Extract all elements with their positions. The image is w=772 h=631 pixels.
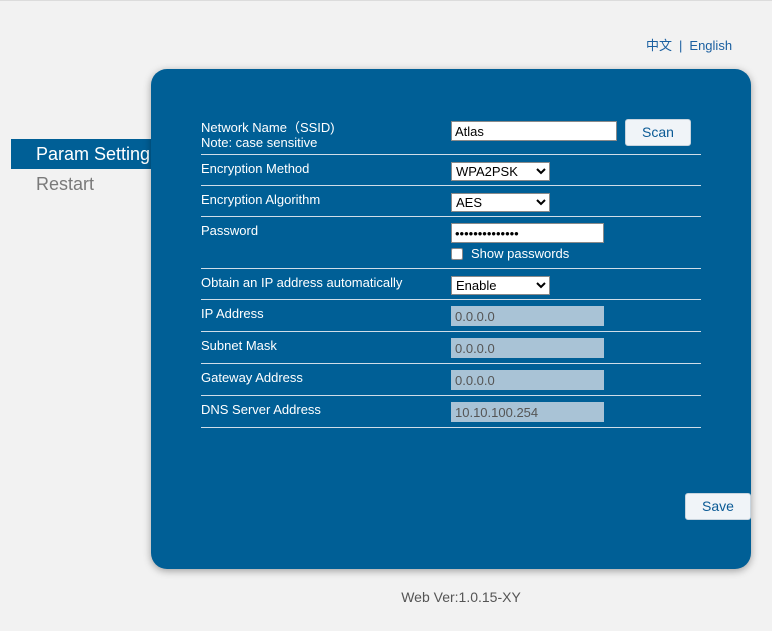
encryption-algorithm-select[interactable]: AES (451, 193, 550, 212)
password-row: Password Show passwords (201, 217, 701, 269)
dhcp-row: Obtain an IP address automatically Enabl… (201, 269, 701, 300)
show-passwords-label: Show passwords (471, 246, 570, 261)
scan-button[interactable]: Scan (625, 119, 691, 146)
settings-panel: Network Name（SSID) Note: case sensitive … (151, 69, 751, 569)
gateway-input (451, 370, 604, 390)
ssid-label: Network Name（SSID) (201, 120, 335, 135)
side-menu: Param Setting Restart (11, 139, 151, 199)
lang-separator: | (679, 38, 683, 53)
encryption-algorithm-row: Encryption Algorithm AES (201, 186, 701, 217)
ssid-row: Network Name（SSID) Note: case sensitive … (201, 114, 701, 155)
dhcp-label: Obtain an IP address automatically (201, 275, 403, 290)
ssid-input[interactable] (451, 121, 617, 141)
ip-address-label: IP Address (201, 306, 264, 321)
password-label: Password (201, 223, 259, 238)
version-footer: Web Ver:1.0.15-XY (401, 589, 521, 605)
subnet-mask-row: Subnet Mask (201, 332, 701, 364)
gateway-label: Gateway Address (201, 370, 303, 385)
menu-item-restart[interactable]: Restart (11, 169, 151, 199)
dhcp-select[interactable]: Enable (451, 276, 550, 295)
save-button[interactable]: Save (685, 493, 751, 520)
lang-chinese-link[interactable]: 中文 (646, 38, 672, 53)
gateway-row: Gateway Address (201, 364, 701, 396)
dns-label: DNS Server Address (201, 402, 321, 417)
encryption-method-label: Encryption Method (201, 161, 310, 176)
settings-form: Network Name（SSID) Note: case sensitive … (201, 114, 751, 520)
password-input[interactable] (451, 223, 604, 243)
encryption-algorithm-label: Encryption Algorithm (201, 192, 321, 207)
language-switch: 中文 | English (646, 35, 732, 54)
subnet-mask-label: Subnet Mask (201, 338, 277, 353)
ip-address-input (451, 306, 604, 326)
lang-english-link[interactable]: English (689, 38, 732, 53)
show-passwords-toggle: Show passwords (451, 246, 604, 261)
ssid-note: Note: case sensitive (201, 135, 318, 150)
dns-row: DNS Server Address (201, 396, 701, 428)
encryption-method-row: Encryption Method WPA2PSK (201, 155, 701, 186)
menu-item-param-setting[interactable]: Param Setting (11, 139, 151, 169)
ip-address-row: IP Address (201, 300, 701, 332)
encryption-method-select[interactable]: WPA2PSK (451, 162, 550, 181)
dns-input (451, 402, 604, 422)
show-passwords-checkbox[interactable] (451, 247, 463, 260)
subnet-mask-input (451, 338, 604, 358)
